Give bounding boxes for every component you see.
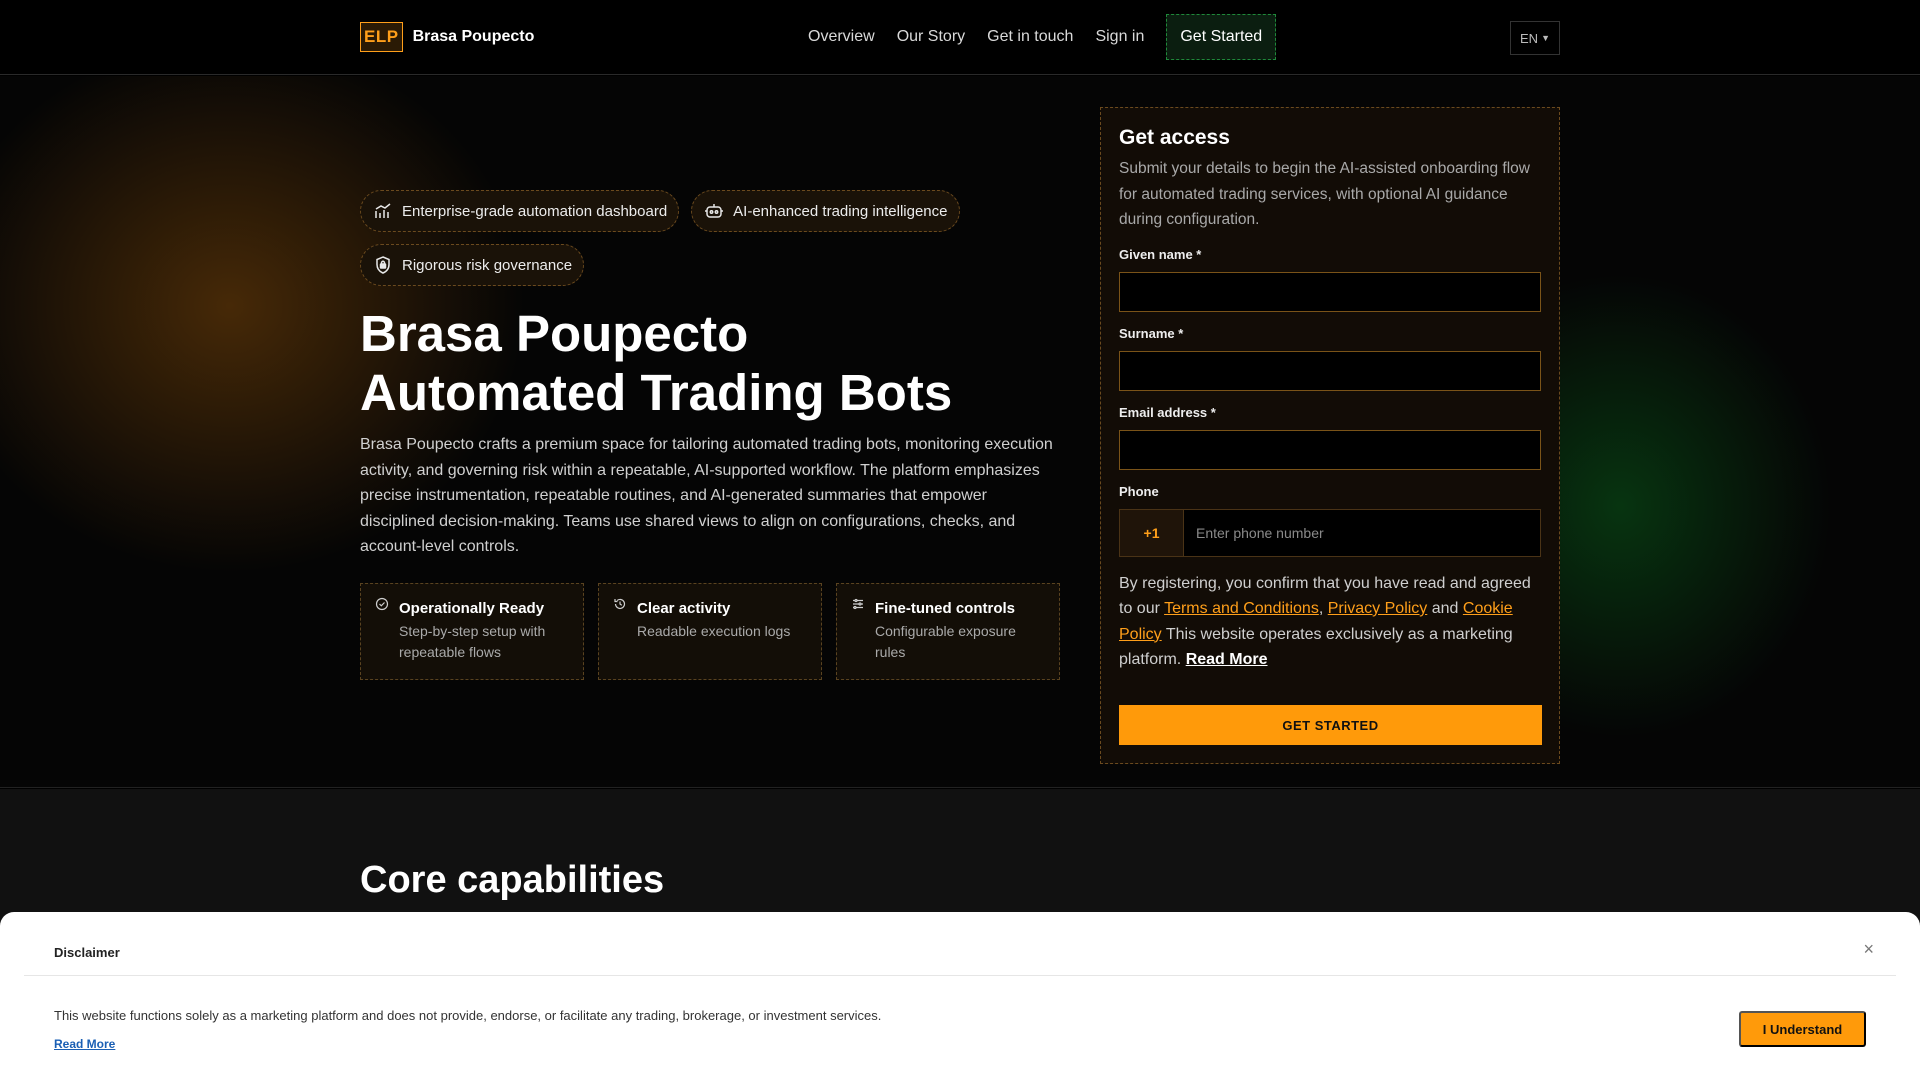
feature-title: Clear activity [637, 600, 731, 617]
check-circle-icon [375, 597, 389, 611]
hero-title-line2: Automated Trading Bots [360, 364, 953, 421]
consent-and: and [1427, 600, 1463, 617]
chip-label: Enterprise-grade automation dashboard [402, 202, 668, 220]
close-icon[interactable]: × [1863, 939, 1874, 960]
get-started-nav-button[interactable]: Get Started [1166, 14, 1277, 60]
consent-text: By registering, you confirm that you hav… [1119, 571, 1541, 673]
feature-text: Readable execution logs [637, 623, 791, 639]
disclaimer-title: Disclaimer [54, 945, 120, 960]
phone-input[interactable] [1184, 509, 1540, 556]
feature-card: Operationally Ready Step-by-step setup w… [360, 583, 584, 680]
feature-card: Clear activity Readable execution logs [598, 583, 822, 680]
feature-cards: Operationally Ready Step-by-step setup w… [360, 583, 1060, 680]
form-title: Get access [1119, 126, 1230, 149]
nav-get-in-touch[interactable]: Get in touch [987, 28, 1073, 46]
given-name-label: Given name * [1119, 246, 1202, 262]
sliders-icon [853, 598, 863, 610]
i-understand-button[interactable]: I Understand [1739, 1011, 1866, 1047]
section-title: Core capabilities [360, 859, 665, 901]
read-more-link[interactable]: Read More [1186, 651, 1268, 668]
robot-icon [705, 204, 724, 218]
email-input[interactable] [1119, 429, 1541, 470]
terms-link[interactable]: Terms and Conditions [1164, 600, 1319, 617]
hero-title-line1: Brasa Poupecto [360, 305, 749, 362]
feature-title: Fine-tuned controls [875, 600, 1015, 617]
language-label: EN [1520, 30, 1539, 46]
feature-title: Operationally Ready [399, 600, 545, 617]
privacy-link[interactable]: Privacy Policy [1328, 600, 1428, 617]
feature-text: Configurable exposure rules [875, 623, 1016, 660]
hero-title: Brasa Poupecto Automated Trading Bots [360, 304, 1080, 422]
hero-section: Enterprise-grade automation dashboard AI… [0, 76, 1920, 788]
consent-suffix: This website operates exclusively as a m… [1119, 625, 1513, 669]
history-icon [614, 598, 626, 610]
language-selector[interactable]: EN ▼ [1510, 21, 1560, 55]
brand-name: Brasa Poupecto [412, 28, 535, 45]
shield-icon [376, 256, 390, 274]
country-code-selector[interactable]: +1 [1120, 509, 1184, 556]
form-subtitle: Submit your details to begin the AI-assi… [1119, 160, 1530, 228]
get-access-form: Get access Submit your details to begin … [1100, 107, 1560, 764]
nav-sign-in[interactable]: Sign in [1095, 28, 1144, 46]
logo-badge: ELP [360, 22, 403, 52]
main-nav: Overview Our Story Get in touch Sign in … [808, 14, 1277, 60]
site-header: ELP Brasa Poupecto Overview Our Story Ge… [0, 0, 1920, 75]
given-name-input[interactable] [1119, 271, 1541, 312]
chart-icon [375, 203, 391, 218]
disclaimer-banner: Disclaimer × This website functions sole… [0, 912, 1920, 1080]
chip-ai: AI-enhanced trading intelligence [691, 190, 960, 232]
feature-text: Step-by-step setup with repeatable flows [399, 623, 546, 660]
chevron-down-icon: ▼ [1541, 33, 1550, 43]
phone-label: Phone [1119, 483, 1159, 499]
disclaimer-header: Disclaimer × [24, 912, 1896, 976]
disclaimer-text: This website functions solely as a marke… [54, 1008, 882, 1023]
chip-risk: Rigorous risk governance [360, 244, 585, 286]
surname-input[interactable] [1119, 350, 1541, 391]
disclaimer-read-more-link[interactable]: Read More [54, 1037, 115, 1051]
feature-chips: Enterprise-grade automation dashboard AI… [360, 190, 1080, 286]
feature-card: Fine-tuned controls Configurable exposur… [836, 583, 1060, 680]
chip-label: AI-enhanced trading intelligence [733, 202, 948, 220]
nav-our-story[interactable]: Our Story [897, 28, 965, 46]
chip-dashboard: Enterprise-grade automation dashboard [360, 190, 680, 232]
email-label: Email address * [1119, 404, 1216, 420]
nav-overview[interactable]: Overview [808, 28, 875, 46]
chip-label: Rigorous risk governance [402, 256, 573, 274]
consent-comma: , [1318, 600, 1328, 617]
get-started-submit-button[interactable]: GET STARTED [1119, 705, 1542, 745]
phone-field: +1 [1119, 508, 1541, 557]
logo[interactable]: ELP Brasa Poupecto [360, 22, 534, 52]
surname-label: Surname * [1119, 325, 1184, 341]
hero-description: Brasa Poupecto crafts a premium space fo… [360, 436, 1053, 556]
